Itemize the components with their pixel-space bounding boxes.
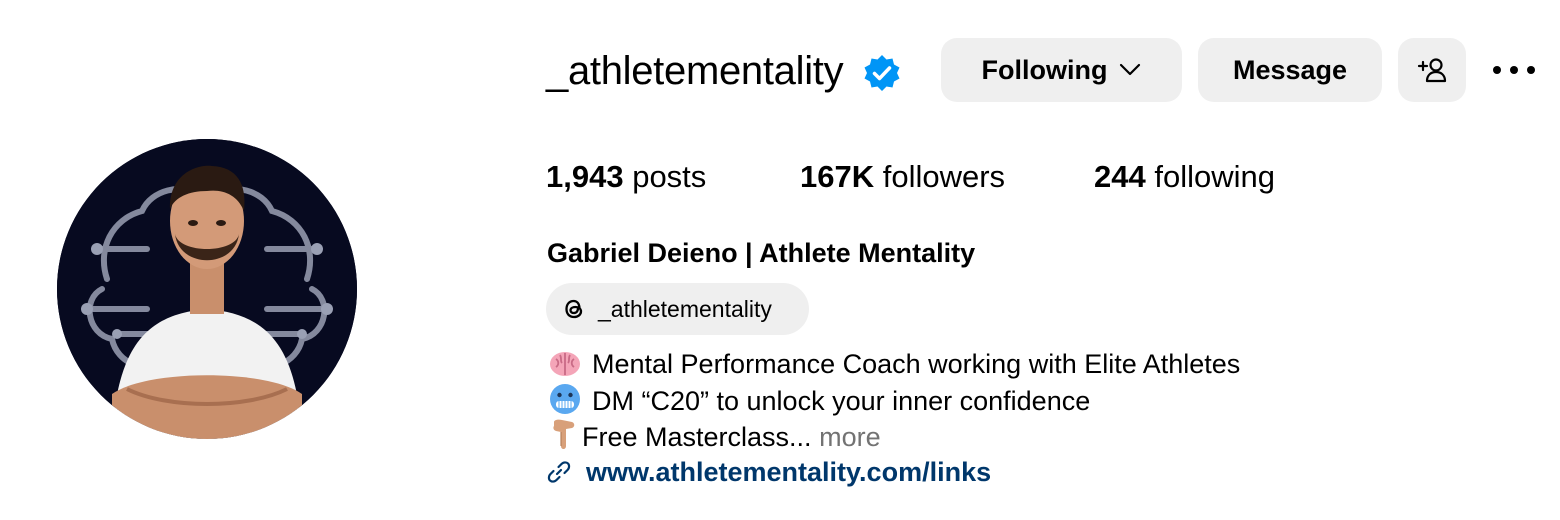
following-count: 244 bbox=[1094, 159, 1146, 194]
bio-line-2: DM “C20” to unlock your inner confidence bbox=[548, 382, 1090, 419]
profile-full-name: Gabriel Deieno | Athlete Mentality bbox=[547, 238, 976, 268]
followers-label: followers bbox=[882, 159, 1006, 194]
chevron-down-icon bbox=[1120, 63, 1141, 76]
profile-link-row[interactable]: www.athletementality.com/links bbox=[546, 454, 991, 490]
posts-label: posts bbox=[632, 159, 707, 194]
verified-badge-icon bbox=[864, 55, 900, 91]
following-label: Following bbox=[981, 54, 1108, 85]
ellipsis-icon bbox=[1493, 66, 1535, 74]
followers-count: 167K bbox=[800, 159, 875, 194]
bio-line-3: Free Masterclass... more bbox=[548, 418, 881, 455]
profile-username: _athletementality bbox=[546, 49, 844, 93]
bio-line-2-text: DM “C20” to unlock your inner confidence bbox=[592, 386, 1091, 416]
stat-followers[interactable]: 167K followers bbox=[800, 157, 1005, 197]
threads-badge[interactable]: _athletementality bbox=[546, 283, 809, 335]
following-button[interactable]: Following bbox=[941, 38, 1182, 102]
bio-more-link[interactable]: more bbox=[819, 422, 881, 452]
stat-posts: 1,943 posts bbox=[546, 157, 706, 197]
stat-following[interactable]: 244 following bbox=[1094, 157, 1275, 197]
threads-handle: _athletementality bbox=[598, 295, 772, 322]
message-button[interactable]: Message bbox=[1198, 38, 1382, 102]
message-label: Message bbox=[1232, 54, 1348, 85]
threads-icon bbox=[565, 299, 583, 319]
add-user-button[interactable] bbox=[1398, 38, 1466, 102]
bio-line-3-text: Free Masterclass... bbox=[582, 422, 812, 452]
profile-avatar[interactable] bbox=[57, 139, 357, 439]
more-options-button[interactable] bbox=[1486, 56, 1542, 84]
brain-emoji-icon bbox=[550, 352, 580, 376]
bio-line-1: Mental Performance Coach working with El… bbox=[548, 346, 1240, 382]
following-stat-label: following bbox=[1154, 159, 1275, 194]
cold-face-emoji-icon bbox=[550, 384, 580, 414]
profile-link-url[interactable]: www.athletementality.com/links bbox=[586, 457, 991, 488]
avatar-image bbox=[57, 139, 357, 439]
posts-count: 1,943 bbox=[546, 159, 624, 194]
bio-line-1-text: Mental Performance Coach working with El… bbox=[592, 349, 1241, 379]
link-icon bbox=[547, 461, 571, 483]
pointing-down-emoji-icon bbox=[553, 419, 575, 449]
person-plus-icon bbox=[1417, 58, 1447, 83]
